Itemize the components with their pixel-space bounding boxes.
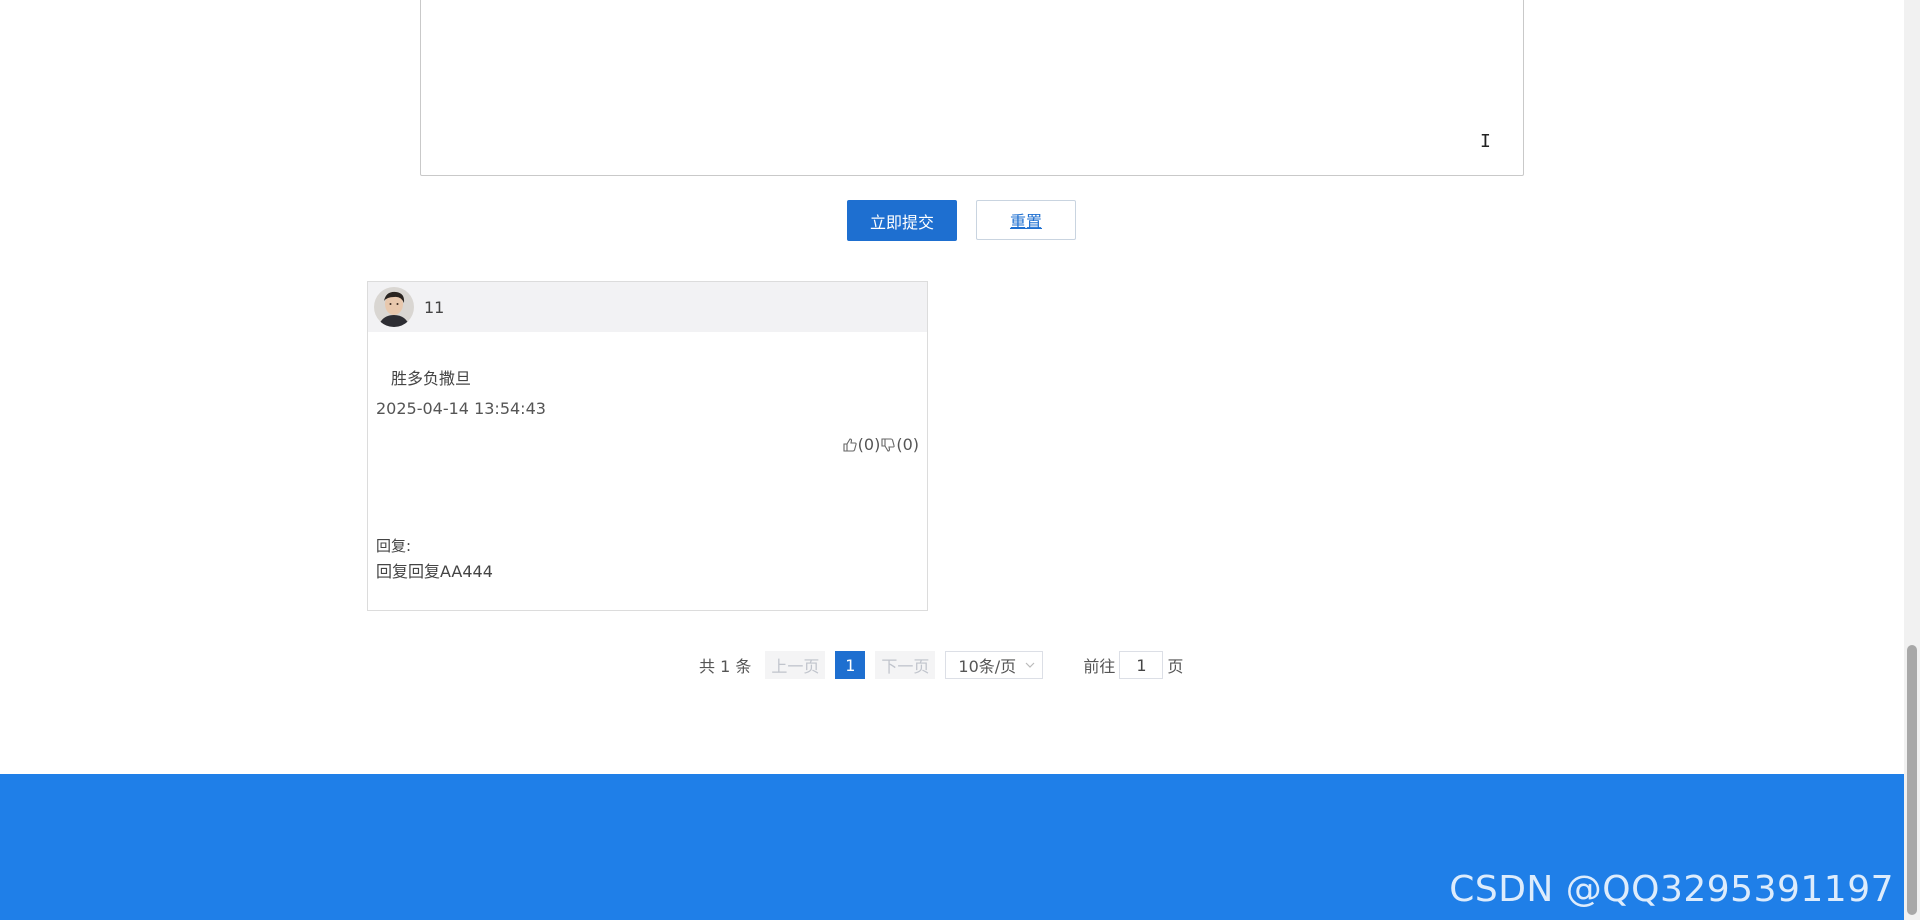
page-size-select[interactable]: 10条/页 <box>945 651 1044 679</box>
like-button[interactable]: (0) <box>842 435 881 454</box>
dislike-count: (0) <box>896 435 919 454</box>
goto-page-input[interactable] <box>1119 651 1164 679</box>
goto-label: 前往 <box>1083 657 1116 676</box>
page-size-value: 10条/页 <box>958 657 1017 676</box>
avatar[interactable] <box>374 287 414 327</box>
submit-button[interactable]: 立即提交 <box>847 200 957 241</box>
comment-time: 2025-04-14 13:54:43 <box>376 399 546 418</box>
reset-button[interactable]: 重置 <box>976 200 1076 240</box>
scrollbar-thumb[interactable] <box>1907 645 1917 915</box>
pagination: 共 1 条 上一页 1 下一页 10条/页 前往 页 <box>699 651 1183 679</box>
scrollbar[interactable] <box>1904 0 1920 920</box>
comment-card: 11 胜多负撒旦 2025-04-14 13:54:43 (0) (0) 回复:… <box>367 281 928 611</box>
comment-content: 胜多负撒旦 <box>391 369 472 388</box>
text-cursor-icon: I <box>1480 131 1491 152</box>
page-suffix: 页 <box>1167 657 1184 676</box>
dislike-button[interactable]: (0) <box>880 435 919 454</box>
comment-header: 11 <box>368 282 927 332</box>
page: I 立即提交 重置 11 胜多负撒旦 2025-04-14 13:54:43 (… <box>0 0 1920 920</box>
reply-label: 回复: <box>376 537 412 555</box>
footer: CSDN @QQ3295391197 <box>0 774 1904 920</box>
avatar-icon <box>374 287 414 327</box>
page-number-current[interactable]: 1 <box>835 651 866 679</box>
pagination-total: 共 1 条 <box>699 657 752 676</box>
prev-page-button[interactable]: 上一页 <box>765 651 826 679</box>
chevron-down-icon <box>1025 662 1035 668</box>
reactions: (0) (0) <box>842 435 919 454</box>
reply-text: 回复回复AA444 <box>376 562 493 581</box>
thumbs-down-icon <box>881 437 896 452</box>
comment-username: 11 <box>424 297 445 317</box>
comment-textarea[interactable] <box>420 0 1524 176</box>
like-count: (0) <box>857 435 881 454</box>
next-page-button[interactable]: 下一页 <box>875 651 936 679</box>
watermark: CSDN @QQ3295391197 <box>1449 869 1894 910</box>
thumbs-up-icon <box>843 437 857 452</box>
